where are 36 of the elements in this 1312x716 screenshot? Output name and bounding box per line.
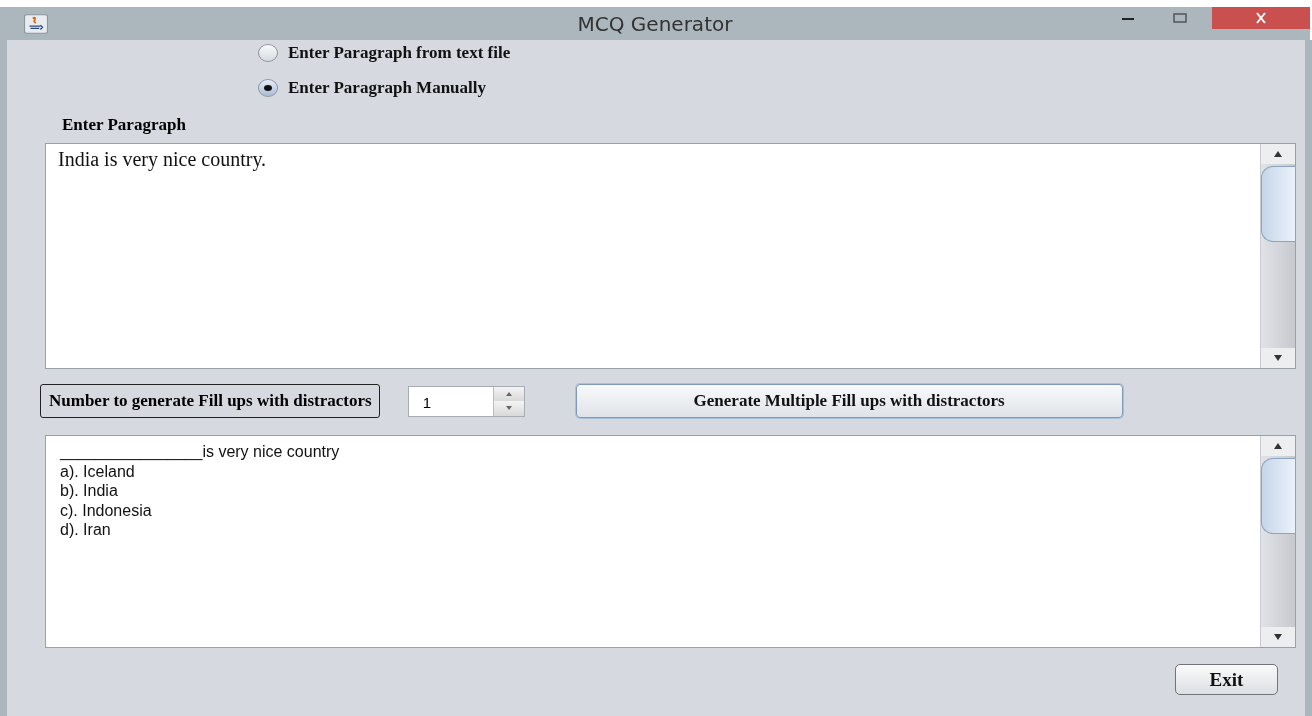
scroll-up-button[interactable] (1261, 144, 1295, 164)
spin-down-button[interactable] (493, 401, 524, 416)
scrollbar-thumb[interactable] (1261, 166, 1295, 242)
radio-button[interactable] (258, 44, 278, 62)
scroll-down-button[interactable] (1261, 627, 1295, 647)
spin-up-button[interactable] (493, 386, 524, 401)
paragraph-text: India is very nice country. (58, 148, 267, 170)
scroll-up-button[interactable] (1261, 436, 1295, 456)
paragraph-label: Enter Paragraph (62, 115, 186, 135)
maximize-icon (1172, 12, 1188, 24)
output-area[interactable]: ________________is very nice country a). Iceland b). India c). Indonesia d). Iran (45, 435, 1296, 648)
output-line: d). Iran (60, 521, 111, 538)
close-button[interactable] (1212, 7, 1310, 29)
down-arrow-icon (1273, 633, 1283, 641)
count-label: Number to generate Fill ups with distractors (40, 384, 380, 418)
scroll-down-button[interactable] (1261, 348, 1295, 368)
app-icon (24, 13, 48, 34)
up-arrow-icon (1273, 442, 1283, 450)
down-arrow-icon (503, 405, 514, 412)
up-arrow-icon (1273, 150, 1283, 158)
down-arrow-icon (1273, 354, 1283, 362)
scrollbar-thumb[interactable] (1261, 458, 1295, 534)
exit-button[interactable]: Exit (1175, 664, 1278, 695)
generate-button[interactable]: Generate Multiple Fill ups with distractors (575, 384, 1123, 418)
up-arrow-icon (503, 390, 514, 397)
window-title: MCQ Generator (577, 11, 733, 36)
output-line: c). Indonesia (60, 501, 152, 519)
vertical-scrollbar[interactable] (1260, 144, 1295, 368)
output-line: a). Iceland (60, 462, 135, 480)
count-spinner[interactable]: 1 (407, 385, 525, 417)
paragraph-field[interactable]: India is very nice country. (45, 143, 1296, 369)
close-icon (1253, 12, 1269, 24)
vertical-scrollbar[interactable] (1260, 436, 1295, 647)
output-line: ________________is very nice country (60, 443, 340, 460)
output-line: b). India (60, 482, 118, 499)
radio-button[interactable] (258, 79, 278, 97)
